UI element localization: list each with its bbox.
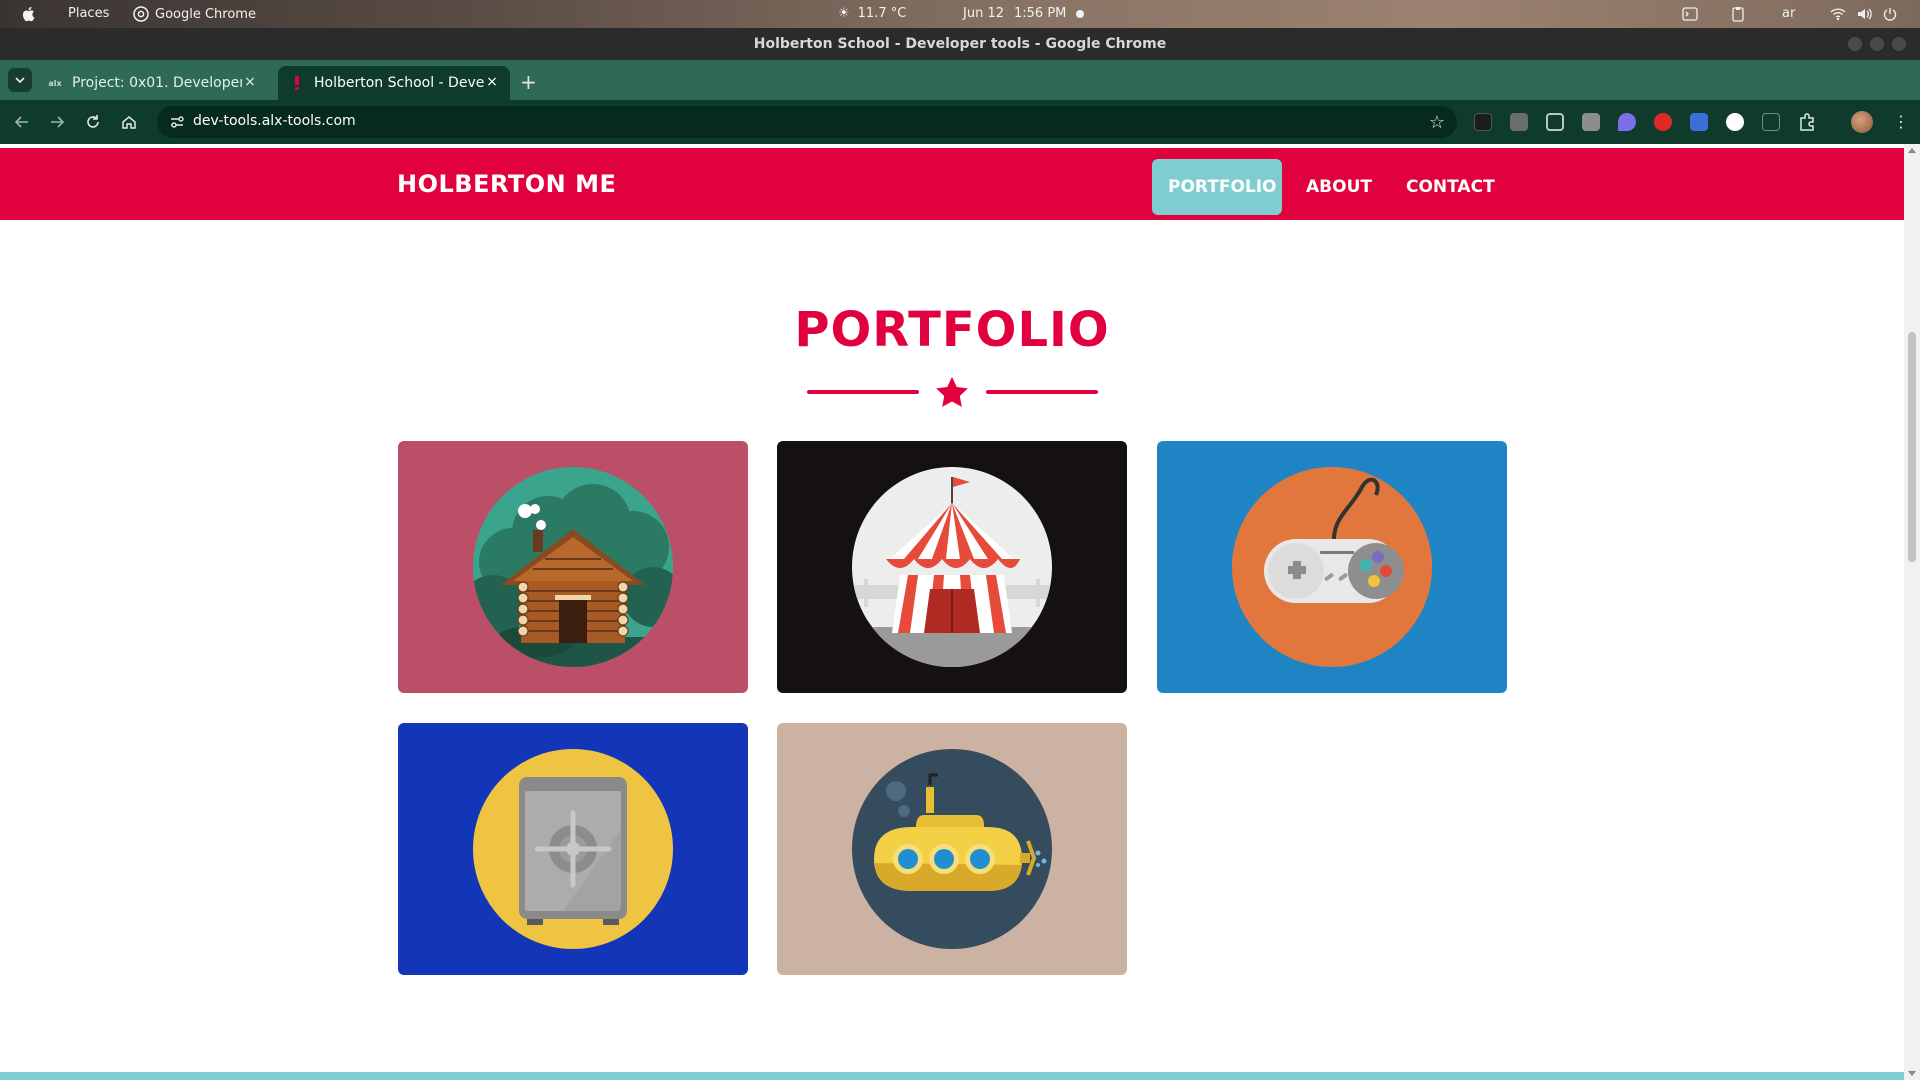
translate-extension-icon[interactable] bbox=[1690, 113, 1708, 131]
scroll-down-icon[interactable] bbox=[1908, 1071, 1916, 1076]
wifi-icon[interactable] bbox=[1830, 6, 1846, 22]
reload-icon bbox=[87, 115, 99, 128]
nav-link-portfolio[interactable]: PORTFOLIO bbox=[1152, 159, 1282, 215]
holberton-favicon-icon bbox=[290, 76, 304, 90]
screenshot-extension-icon[interactable] bbox=[1546, 113, 1564, 131]
footer-top-border bbox=[0, 1072, 1904, 1080]
minimize-button[interactable] bbox=[1848, 37, 1862, 51]
maximize-button[interactable] bbox=[1870, 37, 1884, 51]
page-scrollbar[interactable] bbox=[1904, 144, 1920, 1080]
active-app-label: Google Chrome bbox=[155, 6, 256, 22]
extension-9-icon[interactable] bbox=[1762, 113, 1780, 131]
star-icon bbox=[936, 376, 968, 407]
portfolio-item-cabin[interactable] bbox=[398, 441, 748, 693]
portfolio-item-circus[interactable] bbox=[777, 441, 1127, 693]
tab-holberton[interactable]: Holberton School - Deve × bbox=[278, 66, 510, 100]
tab-title: Project: 0x01. Developer bbox=[72, 75, 242, 91]
site-header: HOLBERTON ME PORTFOLIO ABOUT CONTACT bbox=[0, 148, 1904, 220]
weather-indicator[interactable]: ☀ 11.7 °C bbox=[838, 6, 906, 21]
circus-tent-icon bbox=[852, 467, 1052, 667]
site-info-icon[interactable] bbox=[169, 114, 185, 130]
extension-4-icon[interactable] bbox=[1582, 113, 1600, 131]
window-title-bar: Holberton School - Developer tools - Goo… bbox=[0, 28, 1920, 60]
arrow-left-icon bbox=[14, 116, 28, 128]
notification-dot-icon bbox=[1076, 10, 1084, 18]
safe-icon bbox=[473, 749, 673, 949]
bookmark-star-icon[interactable]: ☆ bbox=[1429, 112, 1445, 133]
divider-line-left bbox=[807, 390, 919, 394]
profile-avatar[interactable] bbox=[1851, 111, 1873, 133]
reload-button[interactable] bbox=[83, 112, 103, 132]
sun-icon: ☀ bbox=[838, 6, 850, 21]
divider-line-right bbox=[986, 390, 1098, 394]
chrome-icon bbox=[133, 6, 149, 22]
places-menu[interactable]: Places bbox=[68, 6, 109, 21]
back-button[interactable] bbox=[12, 112, 32, 132]
tab-project[interactable]: alx Project: 0x01. Developer × bbox=[36, 66, 268, 100]
home-icon bbox=[122, 116, 136, 129]
scroll-up-icon[interactable] bbox=[1908, 148, 1916, 153]
keyboard-layout[interactable]: ar bbox=[1782, 6, 1795, 21]
extension-6-icon[interactable] bbox=[1654, 113, 1672, 131]
terminal-icon[interactable] bbox=[1682, 6, 1698, 22]
window-title: Holberton School - Developer tools - Goo… bbox=[753, 36, 1167, 52]
portfolio-item-controller[interactable] bbox=[1157, 441, 1507, 693]
active-app-menu[interactable]: Google Chrome bbox=[133, 6, 256, 22]
clock-date[interactable]: Jun 12 bbox=[963, 6, 1004, 21]
portfolio-item-submarine[interactable] bbox=[777, 723, 1127, 975]
alx-favicon-icon: alx bbox=[48, 78, 62, 88]
power-icon[interactable] bbox=[1882, 6, 1898, 22]
extension-1-icon[interactable] bbox=[1474, 113, 1492, 131]
extensions-puzzle-icon[interactable] bbox=[1798, 113, 1816, 131]
clock-time[interactable]: 1:56 PM bbox=[1014, 6, 1066, 21]
section-title: PORTFOLIO bbox=[794, 302, 1110, 358]
arrow-right-icon bbox=[51, 116, 65, 128]
temperature: 11.7 °C bbox=[857, 6, 907, 21]
forward-button[interactable] bbox=[47, 112, 67, 132]
scrollbar-thumb[interactable] bbox=[1908, 332, 1916, 562]
tab-search-button[interactable] bbox=[8, 68, 32, 92]
site-brand[interactable]: HOLBERTON ME bbox=[397, 170, 616, 198]
url-text[interactable]: dev-tools.alx-tools.com bbox=[193, 113, 356, 129]
drop-extension-icon[interactable] bbox=[1618, 113, 1636, 131]
close-window-button[interactable] bbox=[1892, 37, 1906, 51]
nav-link-about[interactable]: ABOUT bbox=[1290, 159, 1388, 215]
browser-toolbar: dev-tools.alx-tools.com ☆ bbox=[0, 100, 1920, 144]
chrome-menu-icon[interactable]: ⋮ bbox=[1893, 112, 1909, 132]
submarine-icon bbox=[852, 749, 1052, 949]
extension-2-icon[interactable] bbox=[1510, 113, 1528, 131]
game-controller-icon bbox=[1232, 467, 1432, 667]
tab-title: Holberton School - Deve bbox=[314, 75, 484, 91]
close-tab-icon[interactable]: × bbox=[242, 74, 258, 90]
clipboard-icon[interactable] bbox=[1730, 6, 1746, 22]
volume-icon[interactable] bbox=[1856, 6, 1872, 22]
home-button[interactable] bbox=[119, 112, 139, 132]
web-page: HOLBERTON ME PORTFOLIO ABOUT CONTACT POR… bbox=[0, 144, 1904, 1080]
log-cabin-icon bbox=[473, 467, 673, 667]
os-top-bar: Places Google Chrome ☀ 11.7 °C Jun 12 1:… bbox=[0, 0, 1920, 28]
new-tab-button[interactable]: + bbox=[520, 70, 537, 94]
address-bar[interactable]: dev-tools.alx-tools.com ☆ bbox=[157, 106, 1457, 138]
portfolio-item-safe[interactable] bbox=[398, 723, 748, 975]
extension-8-icon[interactable] bbox=[1726, 113, 1744, 131]
apple-icon[interactable] bbox=[20, 5, 38, 23]
chevron-down-icon bbox=[15, 77, 25, 84]
nav-link-contact[interactable]: CONTACT bbox=[1390, 159, 1511, 215]
close-tab-icon[interactable]: × bbox=[484, 74, 500, 90]
tab-strip: alx Project: 0x01. Developer × Holberton… bbox=[0, 60, 1920, 100]
